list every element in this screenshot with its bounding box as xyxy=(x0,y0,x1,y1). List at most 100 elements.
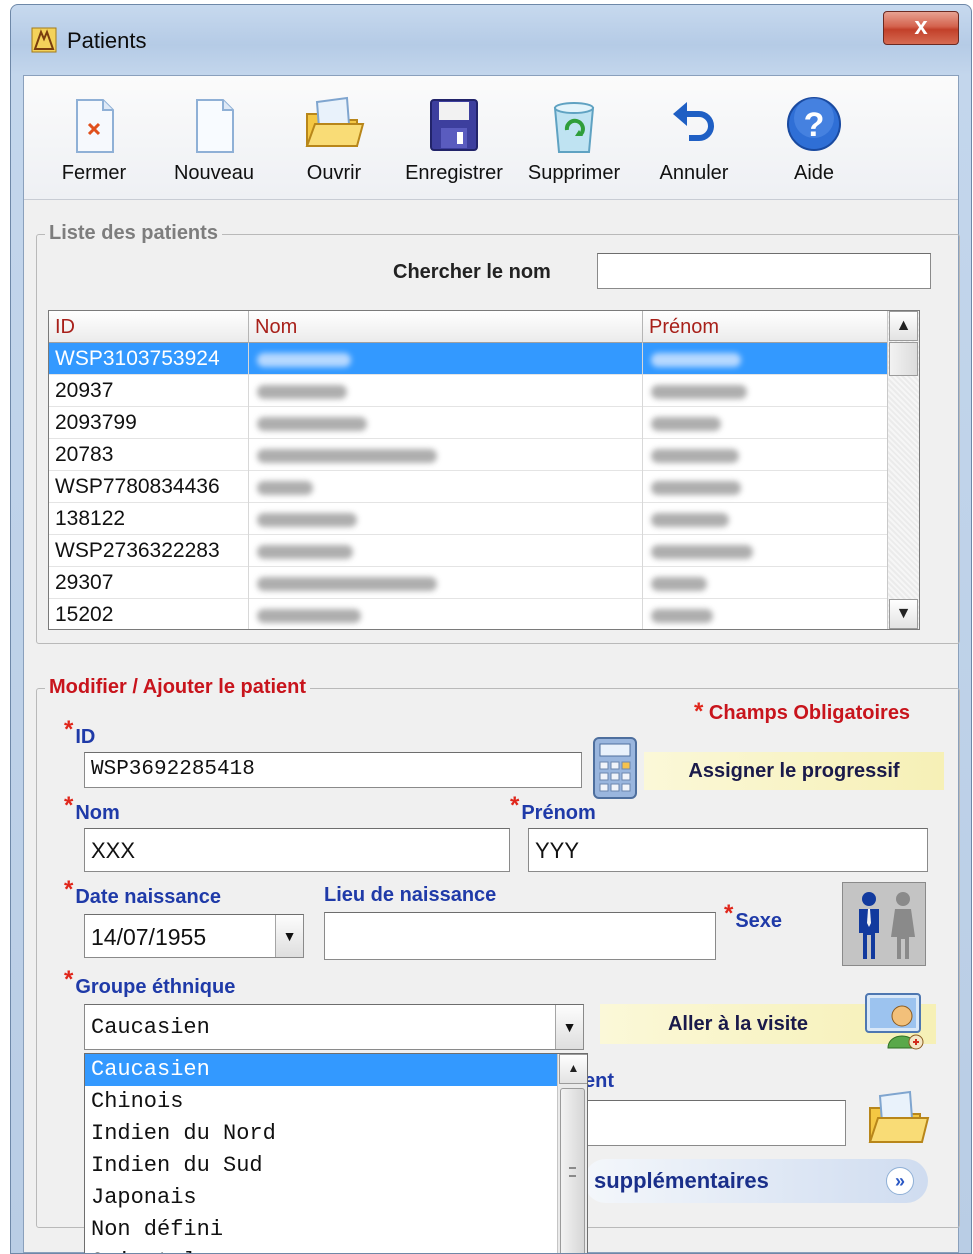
required-mark: * xyxy=(724,900,734,927)
dropdown-option[interactable]: Indien du Sud xyxy=(85,1150,587,1182)
ouvrir-button[interactable]: Ouvrir xyxy=(278,90,390,194)
column-header-nom[interactable]: Nom xyxy=(249,311,643,343)
dropdown-option[interactable]: Chinois xyxy=(85,1086,587,1118)
calculator-icon[interactable] xyxy=(590,736,640,800)
groupe-ethnique-select[interactable]: Caucasien ▼ xyxy=(84,1004,584,1050)
nouveau-button[interactable]: Nouveau xyxy=(158,90,270,194)
help-icon: ? xyxy=(787,97,841,151)
aide-label: Aide xyxy=(793,162,835,184)
nom-label: * Nom xyxy=(64,792,120,826)
dropdown-option[interactable]: Japonais xyxy=(85,1182,587,1214)
prenom-label-text: Prénom xyxy=(521,802,596,824)
id-input[interactable]: WSP3692285418 xyxy=(84,752,582,788)
patient-list-legend: Liste des patients xyxy=(45,222,222,245)
lieu-naissance-input[interactable] xyxy=(324,912,716,960)
date-naissance-value: 14/07/1955 xyxy=(91,924,207,950)
doctor-visit-icon[interactable] xyxy=(862,986,928,1052)
dropdown-option[interactable]: Indien du Nord xyxy=(85,1118,587,1150)
grid-vertical-scrollbar[interactable]: ▲ ▼ xyxy=(887,311,919,629)
window-title: Patients xyxy=(67,28,147,53)
annuler-button[interactable]: Annuler xyxy=(638,90,750,194)
cell-id: WSP2736322283 xyxy=(49,535,249,567)
redacted-name-mask xyxy=(257,577,437,591)
patient-grid[interactable]: ID Nom Prénom WSP3103753924 20937 2093799 2… xyxy=(48,310,920,630)
redacted-firstname-mask xyxy=(651,577,707,591)
chevron-down-icon[interactable]: ▼ xyxy=(555,1005,583,1049)
redacted-firstname-mask xyxy=(651,609,713,623)
date-naissance-label: * Date naissance xyxy=(64,876,221,910)
svg-text:?: ? xyxy=(804,106,825,144)
id-label: * ID xyxy=(64,716,95,750)
close-window-button[interactable]: x xyxy=(883,11,959,45)
scroll-up-icon[interactable]: ▲ xyxy=(559,1054,587,1084)
dropdown-option[interactable]: Caucasien xyxy=(85,1054,587,1086)
table-row[interactable]: 20783 xyxy=(49,439,889,471)
nouveau-label: Nouveau xyxy=(173,162,255,184)
table-row[interactable]: 2093799 xyxy=(49,407,889,439)
table-row[interactable]: 138122 xyxy=(49,503,889,535)
enregistrer-button[interactable]: Enregistrer xyxy=(398,90,510,194)
table-row[interactable]: WSP7780834436 xyxy=(49,471,889,503)
groupe-ethnique-value: Caucasien xyxy=(91,1015,210,1040)
app-icon xyxy=(31,27,57,53)
table-row[interactable]: 20937 xyxy=(49,375,889,407)
dropdown-scrollbar[interactable]: ▲ xyxy=(557,1054,587,1253)
mandatory-note: * Champs Obligatoires xyxy=(694,698,910,726)
assign-progressive-button[interactable]: Assigner le progressif xyxy=(644,752,944,790)
groupe-ethnique-label-text: Groupe éthnique xyxy=(75,976,236,998)
scroll-up-icon[interactable]: ▲ xyxy=(889,311,918,341)
required-mark: * xyxy=(510,792,520,819)
cell-id: WSP3103753924 xyxy=(49,343,249,375)
nom-input[interactable]: XXX xyxy=(84,828,510,872)
partial-field-input[interactable] xyxy=(584,1100,846,1146)
dropdown-option[interactable]: Oriental xyxy=(85,1246,587,1253)
ethnic-group-dropdown-list[interactable]: Caucasien Chinois Indien du Nord Indien du … xyxy=(84,1053,588,1253)
redacted-name-mask xyxy=(257,513,357,527)
open-folder-icon[interactable] xyxy=(866,1086,930,1150)
title-bar[interactable]: Patients x xyxy=(11,5,971,75)
column-header-id[interactable]: ID xyxy=(49,311,249,343)
table-row[interactable]: WSP2736322283 xyxy=(49,535,889,567)
cell-id: 15202 xyxy=(49,599,249,629)
redacted-firstname-mask xyxy=(651,385,747,399)
grid-header: ID Nom Prénom xyxy=(49,311,889,343)
recycle-bin-icon xyxy=(553,102,595,153)
undo-icon xyxy=(673,102,714,141)
table-row[interactable]: 15202 xyxy=(49,599,889,629)
cell-id: 138122 xyxy=(49,503,249,535)
female-icon xyxy=(891,892,915,959)
redacted-firstname-mask xyxy=(651,417,721,431)
scroll-thumb[interactable] xyxy=(889,342,918,376)
redacted-firstname-mask xyxy=(651,353,741,367)
double-chevron-right-icon: » xyxy=(886,1167,914,1195)
prenom-input[interactable]: YYY xyxy=(528,828,928,872)
cell-id: WSP7780834436 xyxy=(49,471,249,503)
dropdown-option[interactable]: Non défini xyxy=(85,1214,587,1246)
supprimer-label: Supprimer xyxy=(527,162,621,184)
table-row[interactable]: 29307 xyxy=(49,567,889,599)
scroll-down-icon[interactable]: ▼ xyxy=(889,599,918,629)
sexe-selector[interactable] xyxy=(842,882,926,966)
male-female-icon xyxy=(859,892,915,959)
more-fields-label: supplémentaires xyxy=(594,1168,769,1193)
column-header-prenom[interactable]: Prénom xyxy=(643,311,889,343)
required-mark: * xyxy=(64,876,74,903)
more-fields-button[interactable]: supplémentaires » xyxy=(584,1159,928,1203)
aide-button[interactable]: ? Aide xyxy=(758,90,870,194)
patients-window: Patients x Fermer Nouveau Ouvrir Enregis… xyxy=(10,4,972,1254)
ouvrir-label: Ouvrir xyxy=(306,162,362,184)
prenom-label: * Prénom xyxy=(510,792,596,826)
new-document-icon xyxy=(196,99,234,153)
lieu-naissance-label: Lieu de naissance xyxy=(324,884,497,906)
mandatory-note-text: Champs Obligatoires xyxy=(708,702,911,724)
date-naissance-picker[interactable]: 14/07/1955 ▼ xyxy=(84,914,304,958)
fermer-button[interactable]: Fermer xyxy=(38,90,150,194)
enregistrer-label: Enregistrer xyxy=(405,162,503,184)
supprimer-button[interactable]: Supprimer xyxy=(518,90,630,194)
sexe-label: * Sexe xyxy=(724,900,782,934)
search-name-input[interactable] xyxy=(597,253,931,289)
dropdown-scroll-thumb[interactable] xyxy=(560,1088,585,1253)
search-label: Chercher le nom xyxy=(393,261,551,283)
table-row[interactable]: WSP3103753924 xyxy=(49,343,889,375)
chevron-down-icon[interactable]: ▼ xyxy=(275,915,303,957)
